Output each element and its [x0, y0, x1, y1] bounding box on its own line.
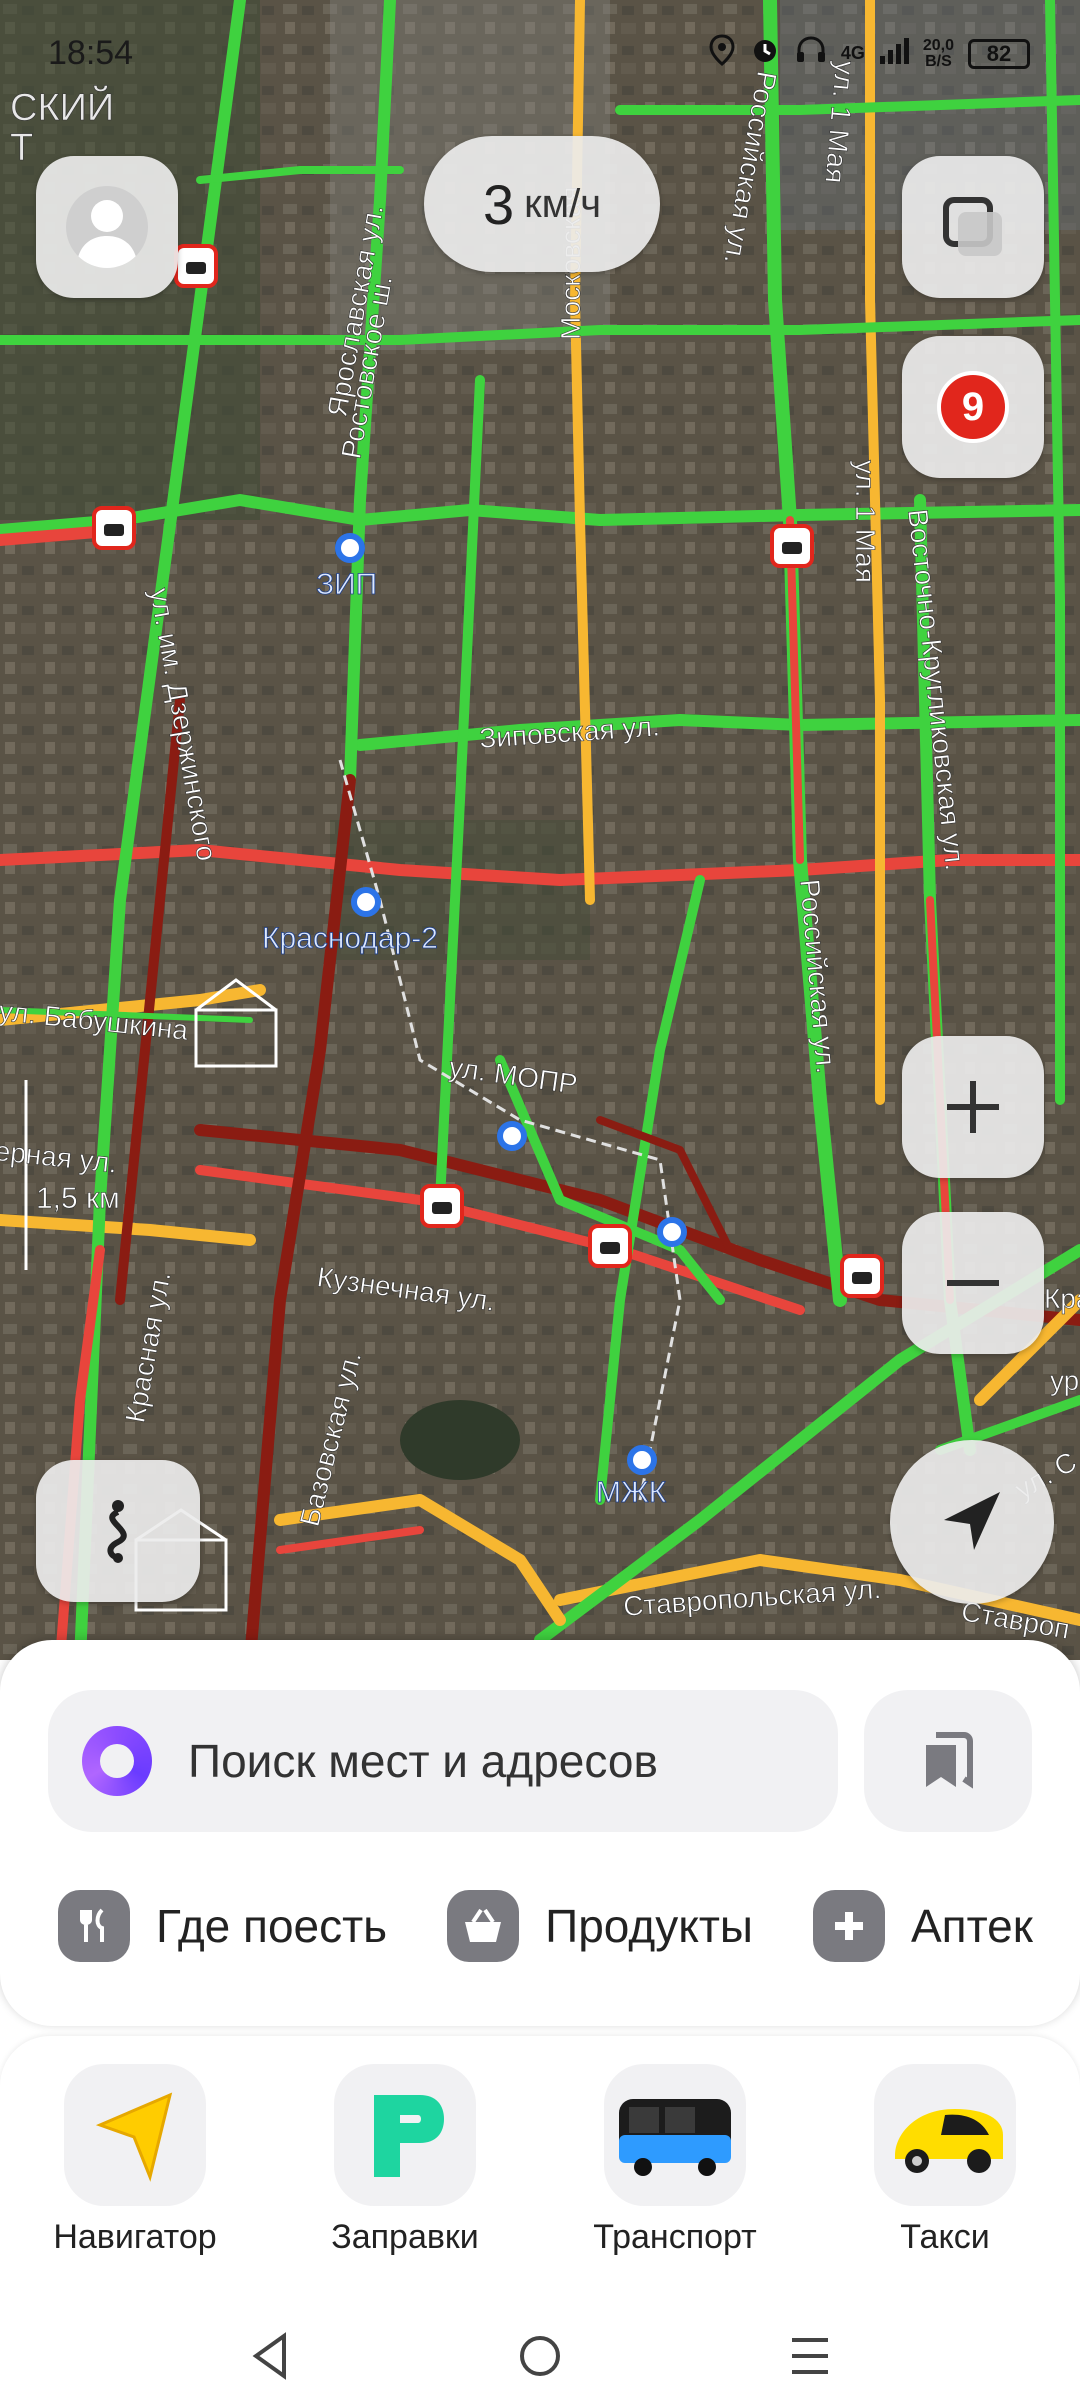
service-gas-label: Заправки — [331, 2218, 479, 2256]
back-triangle-icon — [252, 2332, 286, 2380]
search-sheet: Поиск мест и адресов Где поесть Продукты… — [0, 1640, 1080, 2026]
street-ur: ур — [1050, 1365, 1079, 1396]
district-label-2: Т — [10, 127, 33, 169]
menu-lines-icon — [792, 2338, 828, 2374]
service-transport-label: Транспорт — [593, 2218, 757, 2256]
bus-icon — [604, 2064, 746, 2206]
location-icon — [709, 34, 735, 73]
service-navigator[interactable]: Навигатор — [20, 2064, 250, 2257]
navigator-arrow-icon — [64, 2064, 206, 2206]
status-bar: 18:54 4G 20,0 B/S 82 — [0, 0, 1080, 100]
speed-unit: км/ч — [524, 181, 602, 226]
chip-pharmacy[interactable]: Аптек — [813, 1890, 1033, 1962]
services-bar: Навигатор Заправки Транспорт Такси — [0, 2036, 1080, 2296]
station-label-zip: ЗИП — [316, 568, 377, 601]
chip-groceries[interactable]: Продукты — [447, 1890, 753, 1962]
service-transport[interactable]: Транспорт — [560, 2064, 790, 2257]
alarm-icon — [749, 34, 781, 73]
chip-pharmacy-label: Аптек — [911, 1900, 1033, 1952]
scale-label: 1,5 км — [36, 1182, 120, 1215]
navigation-arrow-icon — [944, 1492, 1000, 1550]
minus-icon — [947, 1280, 999, 1286]
street-kra: Кра — [1044, 1283, 1080, 1314]
basket-icon — [447, 1890, 520, 1962]
zoom-in-button[interactable] — [902, 1036, 1044, 1178]
service-gas[interactable]: Заправки — [290, 2064, 520, 2257]
zoom-out-button[interactable] — [902, 1212, 1044, 1354]
profile-button[interactable] — [36, 156, 178, 298]
net-speed-value: 20,0 — [922, 36, 954, 54]
user-icon — [76, 200, 138, 268]
service-taxi-label: Такси — [900, 2218, 990, 2256]
net-speed: 20,0 B/S — [922, 36, 954, 70]
route-icon — [107, 1500, 127, 1563]
home-button[interactable] — [510, 2326, 570, 2386]
headphones-icon — [795, 34, 827, 73]
layers-button[interactable] — [902, 156, 1044, 298]
menu-button[interactable] — [780, 2326, 840, 2386]
search-input[interactable]: Поиск мест и адресов — [48, 1690, 838, 1832]
speedometer: 3 км/ч — [424, 136, 660, 272]
layers-icon — [943, 197, 1002, 256]
speed-value: 3 — [482, 172, 515, 236]
category-chips: Где поесть Продукты Аптек — [58, 1890, 1033, 1962]
system-nav-bar — [0, 2296, 1080, 2400]
street-pervogo-maya: ул. 1 Мая — [850, 460, 881, 583]
traffic-level-badge: 9 — [937, 371, 1009, 443]
chip-groceries-label: Продукты — [545, 1900, 753, 1952]
service-taxi[interactable]: Такси — [830, 2064, 1060, 2257]
station-label-krasnodar2: Краснодар-2 — [262, 922, 438, 955]
signal-icon — [879, 36, 909, 71]
battery-icon: 82 — [968, 38, 1030, 69]
my-location-button[interactable] — [890, 1440, 1054, 1604]
fork-knife-icon — [58, 1890, 130, 1962]
back-button[interactable] — [240, 2326, 300, 2386]
search-placeholder: Поиск мест и адресов — [188, 1735, 658, 1787]
alice-icon[interactable] — [82, 1726, 152, 1796]
service-navigator-label: Навигатор — [53, 2218, 217, 2256]
net-speed-unit: B/S — [925, 52, 952, 70]
plus-icon — [947, 1081, 999, 1133]
plus-icon — [813, 1890, 885, 1962]
traffic-button[interactable]: 9 — [902, 336, 1044, 478]
status-time: 18:54 — [48, 34, 134, 72]
taxi-icon — [874, 2064, 1016, 2206]
route-button[interactable] — [36, 1460, 200, 1602]
bookmark-icon — [926, 1732, 973, 1789]
network-label: 4G — [840, 43, 865, 63]
bookmarks-button[interactable] — [864, 1690, 1032, 1832]
battery-level: 82 — [986, 40, 1012, 66]
station-label-mzhk: МЖК — [596, 1476, 667, 1509]
home-circle-icon — [520, 2336, 560, 2376]
chip-food-label: Где поесть — [156, 1900, 388, 1952]
avatar — [66, 186, 148, 268]
status-icons: 4G 20,0 B/S 82 — [709, 34, 1030, 73]
chip-food[interactable]: Где поесть — [58, 1890, 387, 1962]
gas-station-icon — [334, 2064, 476, 2206]
